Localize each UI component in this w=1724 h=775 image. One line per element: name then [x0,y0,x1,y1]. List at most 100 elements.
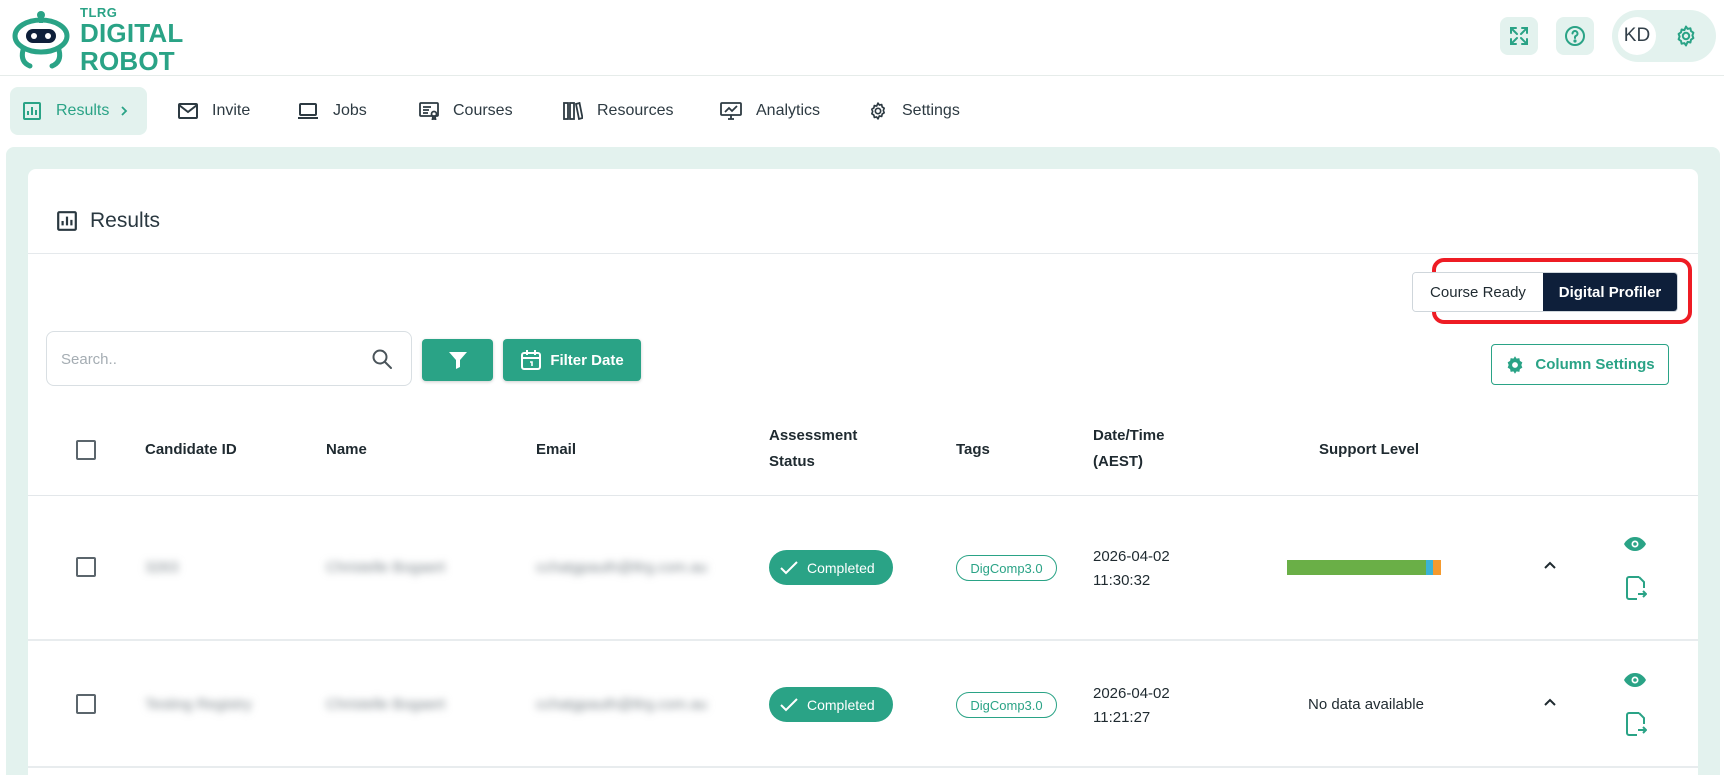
name-cell: Christelle Bogaert [326,559,446,576]
gear-icon [871,102,885,120]
filter-button[interactable] [422,339,493,381]
column-header-datetime[interactable]: Date/Time (AEST) [1093,423,1164,475]
nav-item-label: Invite [212,102,251,119]
date-text: 2026-04-02 [1093,548,1170,565]
datetime-cell: 2026-04-02 11:30:32 [1093,545,1170,593]
chevron-up-icon[interactable] [1542,559,1558,571]
user-menu[interactable]: KD [1612,10,1716,62]
tag-chip[interactable]: DigComp3.0 [956,555,1057,581]
status-text: Completed [807,696,875,713]
support-level-bar [1287,560,1441,575]
nav-item-settings[interactable]: Settings [868,87,960,135]
course-ready-toggle[interactable]: Course Ready [1413,273,1543,311]
check-icon [780,560,798,574]
status-badge: Completed [769,550,893,585]
brand-line-2: ROBOT [80,46,175,76]
status-text: Completed [807,559,875,576]
brand-logo[interactable]: TLRG DIGITAL ROBOT [8,4,188,75]
check-icon [780,697,798,711]
status-badge: Completed [769,687,893,722]
books-icon [563,102,583,120]
filter-date-label: Filter Date [550,351,624,369]
top-header: TLRG DIGITAL ROBOT KD [0,0,1724,76]
row-checkbox[interactable] [76,694,96,714]
eye-icon[interactable] [1623,671,1647,689]
tag-chip[interactable]: DigComp3.0 [956,692,1057,718]
support-level-segment [1433,560,1441,575]
filter-date-button[interactable]: Filter Date [503,339,641,381]
nav-item-jobs[interactable]: Jobs [297,87,367,135]
fullscreen-button[interactable] [1500,17,1538,55]
support-level-empty: No data available [1308,696,1424,713]
candidate-id-cell: Testing Registry [145,696,252,713]
time-text: 11:21:27 [1093,709,1151,726]
help-button[interactable] [1556,17,1594,55]
column-header-tags[interactable]: Tags [956,437,990,463]
page-title-text: Results [90,209,161,232]
column-header-candidate-id[interactable]: Candidate ID [145,437,237,463]
view-toggle: Course Ready Digital Profiler [1412,272,1678,312]
nav-item-label: Jobs [333,102,367,119]
gear-icon [1508,355,1523,374]
page-title: Results [56,209,160,233]
export-file-icon[interactable] [1625,576,1647,600]
nav-item-label: Resources [597,102,674,119]
brand-wordmark: TLRG DIGITAL ROBOT [80,6,183,75]
results-card: Results Course Ready Digital Profiler Fi… [28,169,1698,775]
column-header-line: (AEST) [1093,453,1143,470]
divider [28,253,1698,254]
bar-chart-icon [23,102,41,120]
monitor-chart-icon [720,102,742,120]
column-header-email[interactable]: Email [536,437,576,463]
time-text: 11:30:32 [1093,572,1151,589]
mail-icon [178,103,198,119]
search-input[interactable] [61,347,341,371]
nav-item-label: Settings [902,102,960,119]
column-header-line: Assessment [769,427,858,444]
nav-item-results[interactable]: Results [10,87,147,135]
column-header-name[interactable]: Name [326,437,367,463]
column-settings-button[interactable]: Column Settings [1491,344,1669,385]
select-all-checkbox[interactable] [76,440,96,460]
nav-item-courses[interactable]: Courses [419,87,513,135]
column-settings-label: Column Settings [1535,356,1655,373]
chevron-up-icon[interactable] [1542,696,1558,708]
expand-icon [1510,27,1528,45]
date-text: 2026-04-02 [1093,685,1170,702]
help-icon [1565,26,1585,46]
export-file-icon[interactable] [1625,712,1647,736]
column-header-line: Date/Time [1093,427,1165,444]
email-cell: cchatgpauth@tlrg.com.au [536,696,708,713]
row-checkbox[interactable] [76,557,96,577]
candidate-id-cell: 3263 [145,559,179,576]
nav-item-resources[interactable]: Resources [563,87,673,135]
laptop-icon [298,103,318,119]
row-divider [28,639,1698,641]
nav-item-label: Results [56,102,110,119]
search-icon[interactable] [371,348,393,370]
column-header-assessment-status[interactable]: Assessment Status [769,423,857,475]
nav-item-analytics[interactable]: Analytics [720,87,820,135]
digital-profiler-toggle[interactable]: Digital Profiler [1543,273,1677,311]
header-row-divider [28,495,1698,496]
email-cell: cchatgpauth@tlrg.com.au [536,559,708,576]
courses-icon [419,102,439,120]
avatar[interactable]: KD [1618,17,1656,55]
nav-item-label: Analytics [756,102,821,119]
robot-logo-icon [12,11,70,69]
name-cell: Christelle Bogaert [326,696,446,713]
main-nav: Results Invite Jobs Courses Resources An… [0,80,1724,140]
row-divider [28,766,1698,768]
column-header-line: Status [769,453,815,470]
search-box [46,331,412,386]
gear-icon[interactable] [1674,24,1698,48]
calendar-icon [521,350,542,370]
eye-icon[interactable] [1623,535,1647,553]
chevron-right-icon [121,106,128,116]
nav-item-invite[interactable]: Invite [178,87,250,135]
support-level-segment [1425,560,1434,575]
datetime-cell: 2026-04-02 11:21:27 [1093,682,1170,730]
filter-icon [448,352,467,369]
bar-chart-icon [57,211,77,231]
column-header-support-level[interactable]: Support Level [1319,437,1419,463]
